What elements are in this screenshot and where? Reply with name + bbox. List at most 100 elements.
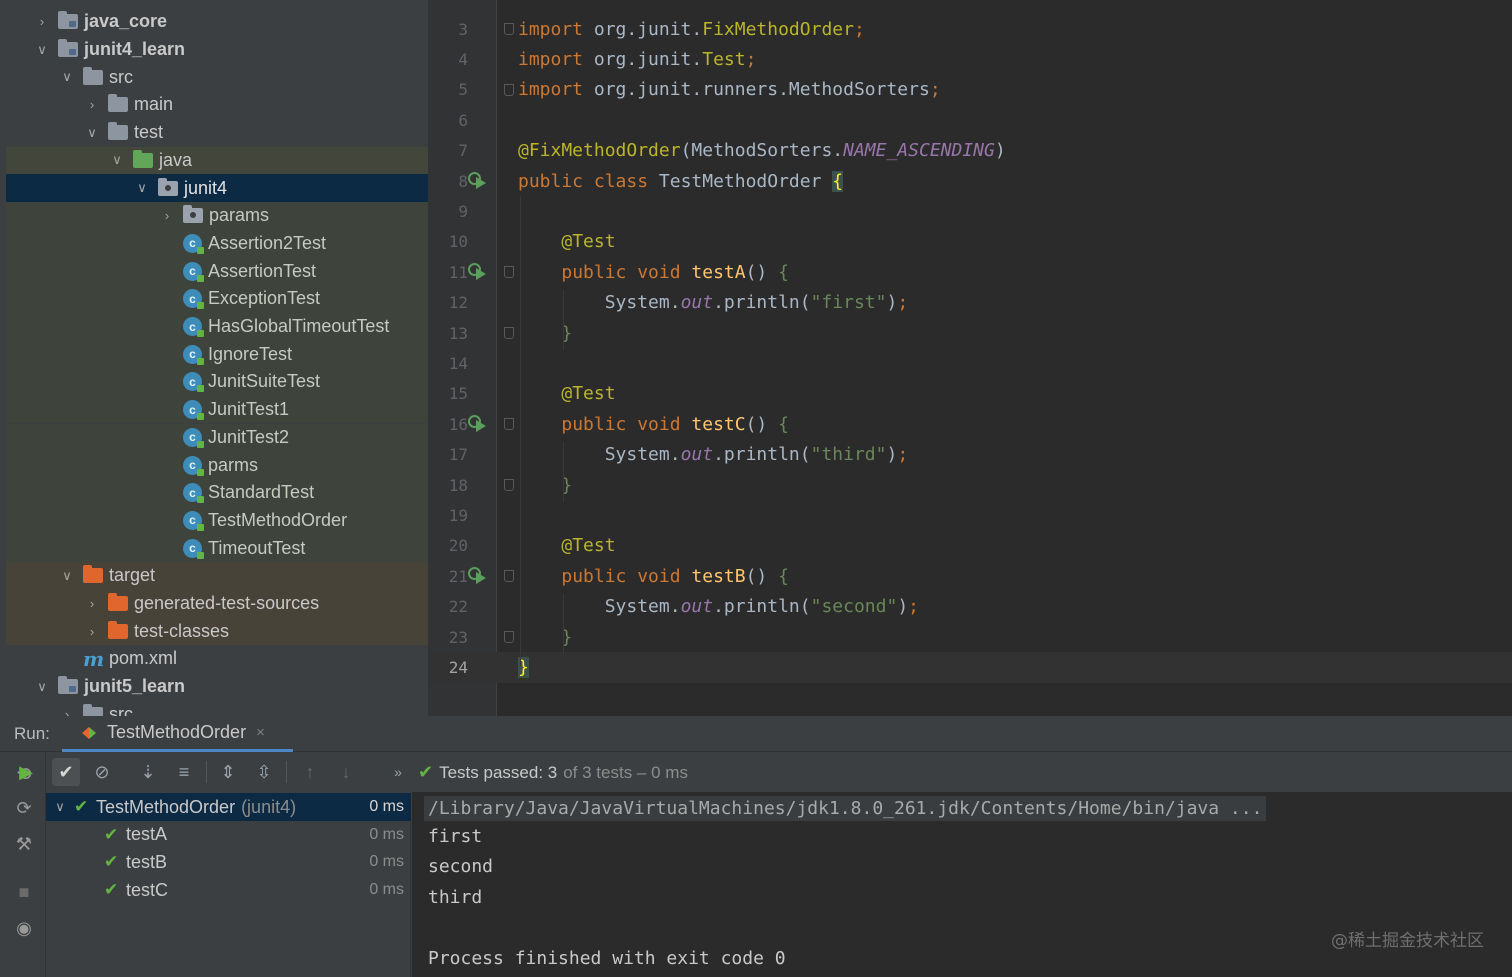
code-line[interactable]: 12 System.out.println("first"); xyxy=(428,288,1512,318)
excluded-folder-icon xyxy=(108,593,128,612)
close-icon[interactable]: × xyxy=(256,724,265,741)
camera-icon[interactable]: ◉ xyxy=(13,917,35,939)
wrench-icon[interactable]: ⚒ xyxy=(13,833,35,855)
chevron-right-icon[interactable]: › xyxy=(59,707,75,716)
tree-item-junit5-learn[interactable]: ∨ junit5_learn xyxy=(6,673,428,701)
tree-item-src[interactable]: › src xyxy=(6,701,428,716)
fold-marker-icon[interactable] xyxy=(504,631,514,643)
code-line[interactable]: 20 @Test xyxy=(428,531,1512,561)
code-editor[interactable]: 3 import org.junit.FixMethodOrder; 4 import… xyxy=(428,0,1512,716)
tree-item-junitsuitetest[interactable]: ›cJunitSuiteTest xyxy=(6,368,428,396)
run-test-gutter-icon[interactable] xyxy=(468,263,490,281)
code-line[interactable]: 8 public class TestMethodOrder { xyxy=(428,166,1512,196)
chevron-down-icon[interactable]: ∨ xyxy=(134,180,150,196)
show-passed-icon[interactable]: ✔ xyxy=(52,758,80,786)
code-line[interactable]: 10 @Test xyxy=(428,227,1512,257)
code-line[interactable]: 6 xyxy=(428,105,1512,135)
code-line[interactable]: 4 import org.junit.Test; xyxy=(428,44,1512,74)
fold-marker-icon[interactable] xyxy=(504,418,514,431)
chevron-down-icon[interactable]: ∨ xyxy=(109,152,125,168)
code-line[interactable]: 9 xyxy=(428,196,1512,226)
code-line[interactable]: 13 } xyxy=(428,318,1512,348)
tree-item-hasglobaltimeouttest[interactable]: ›cHasGlobalTimeoutTest xyxy=(6,312,428,341)
run-test-gutter-icon[interactable] xyxy=(468,415,490,433)
sort-alpha-icon[interactable]: ⇣ xyxy=(134,758,162,786)
chevron-down-icon[interactable]: ∨ xyxy=(59,568,75,584)
prev-failed-icon[interactable]: ↑ xyxy=(296,758,324,786)
tree-item-ignoretest[interactable]: ›cIgnoreTest xyxy=(6,340,428,369)
chevron-right-icon[interactable]: › xyxy=(84,596,100,611)
tree-item-test-classes[interactable]: › test-classes xyxy=(6,617,428,646)
code-line[interactable]: 17 System.out.println("third"); xyxy=(428,440,1512,470)
tree-item-parms[interactable]: ›cparms xyxy=(6,451,428,479)
chevron-right-icon[interactable]: › xyxy=(159,208,175,223)
tree-item-junit4[interactable]: ∨ junit4 xyxy=(6,174,428,202)
test-suite-row[interactable]: ∨ ✔ TestMethodOrder (junit4) 0 ms xyxy=(46,793,411,821)
tree-item-src[interactable]: ∨ src xyxy=(6,63,428,91)
code-token: import xyxy=(518,49,594,71)
fold-marker-icon[interactable] xyxy=(504,570,514,583)
collapse-all-icon[interactable]: ⇳ xyxy=(250,758,278,786)
code-line[interactable]: 19 xyxy=(428,500,1512,530)
tree-item-generated-test-sources[interactable]: › generated-test-sources xyxy=(6,589,428,618)
tree-item-main[interactable]: › main xyxy=(6,91,428,119)
show-ignored-icon[interactable]: ⊘ xyxy=(88,758,116,786)
code-line[interactable]: 11 public void testA() { xyxy=(428,257,1512,287)
tree-item-standardtest[interactable]: ›cStandardTest xyxy=(6,478,428,507)
test-case-row-testc[interactable]: ✔ testC 0 ms xyxy=(46,876,411,904)
chevron-down-icon[interactable]: ∨ xyxy=(34,679,50,695)
stop-icon[interactable]: ■ xyxy=(13,881,35,903)
chevron-right-icon[interactable]: › xyxy=(84,624,100,639)
chevron-down-icon[interactable]: ∨ xyxy=(34,42,50,58)
run-tab-testmethodorder[interactable]: TestMethodOrder × xyxy=(62,716,293,752)
tree-item-assertion2test[interactable]: ›cAssertion2Test xyxy=(6,229,428,258)
chevron-down-icon[interactable]: ∨ xyxy=(84,125,100,141)
next-failed-icon[interactable]: ↓ xyxy=(332,758,360,786)
fold-marker-icon[interactable] xyxy=(504,479,514,491)
code-line[interactable]: 5 import org.junit.runners.MethodSorters; xyxy=(428,75,1512,105)
indent-guide xyxy=(563,442,564,502)
test-case-row-testa[interactable]: ✔ testA 0 ms xyxy=(46,821,411,849)
tree-item-params[interactable]: › params xyxy=(6,201,428,230)
code-line[interactable]: 24} xyxy=(428,652,1512,683)
sort-duration-icon[interactable]: ≡ xyxy=(170,758,198,786)
code-line[interactable]: 7 @FixMethodOrder(MethodSorters.NAME_ASCE… xyxy=(428,136,1512,166)
code-line[interactable]: 21 public void testB() { xyxy=(428,561,1512,591)
tree-item-junittest2[interactable]: ›cJunitTest2 xyxy=(6,423,428,452)
more-icon[interactable]: » xyxy=(384,758,412,786)
tree-item-assertiontest[interactable]: ›cAssertionTest xyxy=(6,257,428,285)
tree-item-exceptiontest[interactable]: ›cExceptionTest xyxy=(6,285,428,313)
run-test-gutter-icon[interactable] xyxy=(468,172,490,190)
code-line[interactable]: 22 System.out.println("second"); xyxy=(428,592,1512,622)
tree-item-target[interactable]: ∨ target xyxy=(6,562,428,590)
chevron-right-icon[interactable]: › xyxy=(34,14,50,29)
chevron-down-icon[interactable]: ∨ xyxy=(46,799,74,815)
tree-item-junit4-learn[interactable]: ∨ junit4_learn xyxy=(6,36,428,64)
code-line[interactable]: 18 } xyxy=(428,470,1512,500)
fold-marker-icon[interactable] xyxy=(504,327,514,339)
tree-item-timeouttest[interactable]: ›cTimeoutTest xyxy=(6,534,428,562)
tree-item-java[interactable]: ∨ java xyxy=(6,146,428,175)
console-output[interactable]: @稀土掘金技术社区 /Library/Java/JavaVirtualMachi… xyxy=(412,792,1512,977)
fold-marker-icon[interactable] xyxy=(504,83,514,96)
code-line[interactable]: 15 @Test xyxy=(428,379,1512,409)
fold-marker-icon[interactable] xyxy=(504,266,514,279)
chevron-down-icon[interactable]: ∨ xyxy=(59,69,75,85)
tree-item-java-core[interactable]: › java_core xyxy=(6,8,428,36)
code-line[interactable]: 23 } xyxy=(428,622,1512,652)
tree-item-junittest1[interactable]: ›cJunitTest1 xyxy=(6,395,428,424)
chevron-right-icon[interactable]: › xyxy=(84,97,100,112)
code-line[interactable]: 3 import org.junit.FixMethodOrder; xyxy=(428,14,1512,44)
test-case-row-testb[interactable]: ✔ testB 0 ms xyxy=(46,848,411,876)
code-line[interactable]: 16 public void testC() { xyxy=(428,409,1512,439)
tree-item-pom-xml[interactable]: ›mpom.xml xyxy=(6,645,428,673)
tree-item-test[interactable]: ∨ test xyxy=(6,119,428,147)
code-line[interactable]: 14 xyxy=(428,348,1512,378)
tree-item-testmethodorder[interactable]: ›cTestMethodOrder xyxy=(6,506,428,535)
run-test-gutter-icon[interactable] xyxy=(468,567,490,585)
rerun-icon[interactable]: ▶ xyxy=(12,758,40,786)
expand-all-icon[interactable]: ⇕ xyxy=(214,758,242,786)
fold-marker-icon[interactable] xyxy=(504,23,514,35)
rerun-failed-icon[interactable]: ⟳ xyxy=(13,797,35,819)
